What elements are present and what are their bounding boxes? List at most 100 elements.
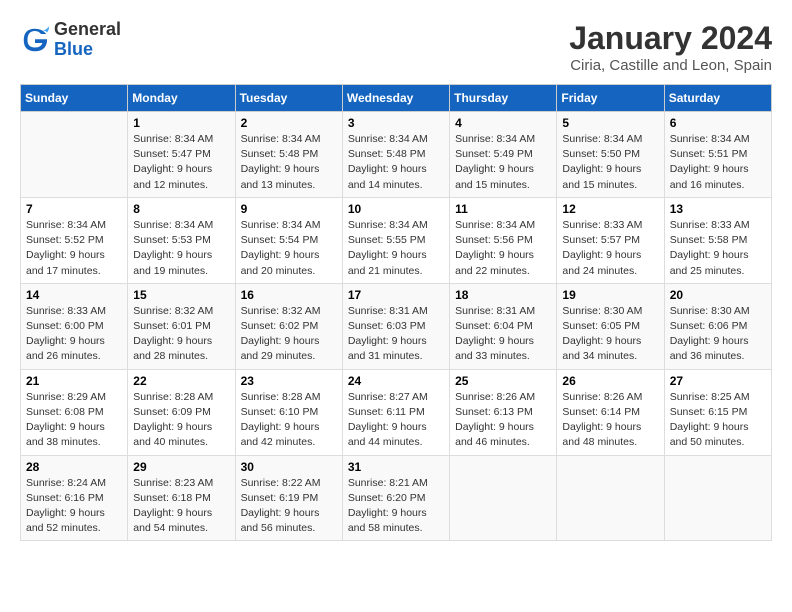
logo-icon: [20, 25, 50, 55]
calendar-header: SundayMondayTuesdayWednesdayThursdayFrid…: [21, 85, 772, 112]
calendar-week-row: 7 Sunrise: 8:34 AM Sunset: 5:52 PM Daylig…: [21, 197, 772, 283]
day-info: Sunrise: 8:22 AM Sunset: 6:19 PM Dayligh…: [241, 476, 337, 537]
calendar-cell: 13 Sunrise: 8:33 AM Sunset: 5:58 PM Dayli…: [664, 197, 771, 283]
day-number: 15: [133, 288, 229, 302]
day-number: 12: [562, 202, 658, 216]
day-number: 24: [348, 374, 444, 388]
day-info: Sunrise: 8:34 AM Sunset: 5:54 PM Dayligh…: [241, 218, 337, 279]
day-info: Sunrise: 8:30 AM Sunset: 6:05 PM Dayligh…: [562, 304, 658, 365]
day-number: 2: [241, 116, 337, 130]
day-info: Sunrise: 8:23 AM Sunset: 6:18 PM Dayligh…: [133, 476, 229, 537]
calendar-cell: 8Sunrise: 8:34 AM Sunset: 5:53 PM Daylig…: [128, 197, 235, 283]
calendar-cell: 27 Sunrise: 8:25 AM Sunset: 6:15 PM Dayli…: [664, 369, 771, 455]
title-section: January 2024 Ciria, Castille and Leon, S…: [569, 20, 772, 74]
day-number: 4: [455, 116, 551, 130]
day-info: Sunrise: 8:32 AM Sunset: 6:02 PM Dayligh…: [241, 304, 337, 365]
day-number: 31: [348, 460, 444, 474]
day-info: Sunrise: 8:31 AM Sunset: 6:04 PM Dayligh…: [455, 304, 551, 365]
day-info: Sunrise: 8:24 AM Sunset: 6:16 PM Dayligh…: [26, 476, 122, 537]
calendar-cell: 20 Sunrise: 8:30 AM Sunset: 6:06 PM Dayli…: [664, 283, 771, 369]
calendar-body: 1 Sunrise: 8:34 AM Sunset: 5:47 PM Daylig…: [21, 112, 772, 541]
weekday-header: Wednesday: [342, 85, 449, 112]
day-info: Sunrise: 8:28 AM Sunset: 6:10 PM Dayligh…: [241, 390, 337, 451]
calendar-cell: 9 Sunrise: 8:34 AM Sunset: 5:54 PM Daylig…: [235, 197, 342, 283]
day-info: Sunrise: 8:25 AM Sunset: 6:15 PM Dayligh…: [670, 390, 766, 451]
calendar-week-row: 14 Sunrise: 8:33 AM Sunset: 6:00 PM Dayli…: [21, 283, 772, 369]
day-info: Sunrise: 8:29 AM Sunset: 6:08 PM Dayligh…: [26, 390, 122, 451]
day-number: 18: [455, 288, 551, 302]
calendar-cell: 23Sunrise: 8:28 AM Sunset: 6:10 PM Dayli…: [235, 369, 342, 455]
day-number: 28: [26, 460, 122, 474]
day-info: Sunrise: 8:31 AM Sunset: 6:03 PM Dayligh…: [348, 304, 444, 365]
day-number: 26: [562, 374, 658, 388]
day-info: Sunrise: 8:34 AM Sunset: 5:52 PM Dayligh…: [26, 218, 122, 279]
calendar-week-row: 21Sunrise: 8:29 AM Sunset: 6:08 PM Dayli…: [21, 369, 772, 455]
calendar-cell: 14 Sunrise: 8:33 AM Sunset: 6:00 PM Dayli…: [21, 283, 128, 369]
day-info: Sunrise: 8:34 AM Sunset: 5:56 PM Dayligh…: [455, 218, 551, 279]
calendar-cell: 25 Sunrise: 8:26 AM Sunset: 6:13 PM Dayli…: [450, 369, 557, 455]
location: Ciria, Castille and Leon, Spain: [569, 57, 772, 74]
calendar-cell: [450, 455, 557, 541]
logo-general: General: [54, 20, 121, 40]
day-info: Sunrise: 8:34 AM Sunset: 5:48 PM Dayligh…: [348, 132, 444, 193]
day-info: Sunrise: 8:27 AM Sunset: 6:11 PM Dayligh…: [348, 390, 444, 451]
calendar: SundayMondayTuesdayWednesdayThursdayFrid…: [20, 84, 772, 541]
day-number: 11: [455, 202, 551, 216]
calendar-cell: 19 Sunrise: 8:30 AM Sunset: 6:05 PM Dayli…: [557, 283, 664, 369]
calendar-cell: 22 Sunrise: 8:28 AM Sunset: 6:09 PM Dayli…: [128, 369, 235, 455]
day-info: Sunrise: 8:33 AM Sunset: 5:57 PM Dayligh…: [562, 218, 658, 279]
calendar-cell: 28 Sunrise: 8:24 AM Sunset: 6:16 PM Dayli…: [21, 455, 128, 541]
weekday-header: Saturday: [664, 85, 771, 112]
calendar-cell: 16 Sunrise: 8:32 AM Sunset: 6:02 PM Dayli…: [235, 283, 342, 369]
day-number: 1: [133, 116, 229, 130]
day-info: Sunrise: 8:34 AM Sunset: 5:49 PM Dayligh…: [455, 132, 551, 193]
day-number: 3: [348, 116, 444, 130]
day-number: 10: [348, 202, 444, 216]
calendar-cell: 17Sunrise: 8:31 AM Sunset: 6:03 PM Dayli…: [342, 283, 449, 369]
day-number: 29: [133, 460, 229, 474]
day-number: 22: [133, 374, 229, 388]
calendar-cell: 21Sunrise: 8:29 AM Sunset: 6:08 PM Dayli…: [21, 369, 128, 455]
calendar-cell: [21, 112, 128, 198]
calendar-cell: 30Sunrise: 8:22 AM Sunset: 6:19 PM Dayli…: [235, 455, 342, 541]
logo: General Blue: [20, 20, 121, 60]
day-number: 27: [670, 374, 766, 388]
day-info: Sunrise: 8:34 AM Sunset: 5:51 PM Dayligh…: [670, 132, 766, 193]
day-info: Sunrise: 8:28 AM Sunset: 6:09 PM Dayligh…: [133, 390, 229, 451]
day-number: 7: [26, 202, 122, 216]
day-number: 25: [455, 374, 551, 388]
day-info: Sunrise: 8:33 AM Sunset: 5:58 PM Dayligh…: [670, 218, 766, 279]
weekday-header: Sunday: [21, 85, 128, 112]
calendar-cell: 6 Sunrise: 8:34 AM Sunset: 5:51 PM Daylig…: [664, 112, 771, 198]
calendar-cell: 18 Sunrise: 8:31 AM Sunset: 6:04 PM Dayli…: [450, 283, 557, 369]
calendar-week-row: 1 Sunrise: 8:34 AM Sunset: 5:47 PM Daylig…: [21, 112, 772, 198]
day-number: 19: [562, 288, 658, 302]
calendar-cell: 4 Sunrise: 8:34 AM Sunset: 5:49 PM Daylig…: [450, 112, 557, 198]
calendar-cell: 29 Sunrise: 8:23 AM Sunset: 6:18 PM Dayli…: [128, 455, 235, 541]
day-number: 13: [670, 202, 766, 216]
day-number: 20: [670, 288, 766, 302]
day-info: Sunrise: 8:21 AM Sunset: 6:20 PM Dayligh…: [348, 476, 444, 537]
calendar-cell: 31 Sunrise: 8:21 AM Sunset: 6:20 PM Dayli…: [342, 455, 449, 541]
day-number: 14: [26, 288, 122, 302]
calendar-cell: 11 Sunrise: 8:34 AM Sunset: 5:56 PM Dayli…: [450, 197, 557, 283]
day-number: 6: [670, 116, 766, 130]
calendar-cell: 1 Sunrise: 8:34 AM Sunset: 5:47 PM Daylig…: [128, 112, 235, 198]
weekday-row: SundayMondayTuesdayWednesdayThursdayFrid…: [21, 85, 772, 112]
calendar-cell: [664, 455, 771, 541]
day-number: 9: [241, 202, 337, 216]
calendar-cell: 12 Sunrise: 8:33 AM Sunset: 5:57 PM Dayli…: [557, 197, 664, 283]
day-info: Sunrise: 8:33 AM Sunset: 6:00 PM Dayligh…: [26, 304, 122, 365]
day-info: Sunrise: 8:26 AM Sunset: 6:14 PM Dayligh…: [562, 390, 658, 451]
day-number: 16: [241, 288, 337, 302]
day-info: Sunrise: 8:34 AM Sunset: 5:48 PM Dayligh…: [241, 132, 337, 193]
weekday-header: Monday: [128, 85, 235, 112]
weekday-header: Friday: [557, 85, 664, 112]
calendar-cell: 7 Sunrise: 8:34 AM Sunset: 5:52 PM Daylig…: [21, 197, 128, 283]
day-info: Sunrise: 8:34 AM Sunset: 5:47 PM Dayligh…: [133, 132, 229, 193]
day-info: Sunrise: 8:26 AM Sunset: 6:13 PM Dayligh…: [455, 390, 551, 451]
calendar-cell: 2 Sunrise: 8:34 AM Sunset: 5:48 PM Daylig…: [235, 112, 342, 198]
calendar-cell: 5Sunrise: 8:34 AM Sunset: 5:50 PM Daylig…: [557, 112, 664, 198]
calendar-cell: 26 Sunrise: 8:26 AM Sunset: 6:14 PM Dayli…: [557, 369, 664, 455]
day-info: Sunrise: 8:30 AM Sunset: 6:06 PM Dayligh…: [670, 304, 766, 365]
